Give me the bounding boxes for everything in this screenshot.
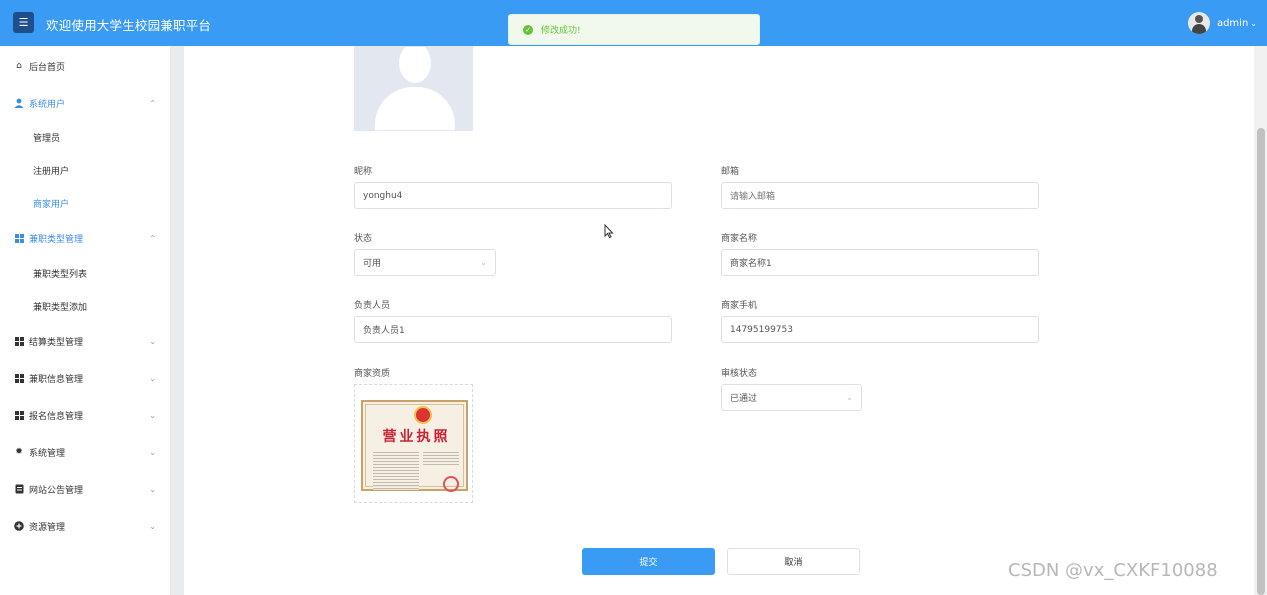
sidebar-item-job-type-management[interactable]: 兼职类型管理 ⌃: [0, 227, 170, 249]
sidebar-item-signup-info[interactable]: 报名信息管理 ⌄: [0, 404, 170, 426]
hamburger-icon[interactable]: ☰: [13, 12, 34, 33]
sidebar-subitem-job-type-add[interactable]: 兼职类型添加: [33, 299, 87, 313]
scrollbar-thumb[interactable]: [1257, 128, 1265, 595]
success-check-icon: ✓: [523, 24, 533, 35]
document-icon: [14, 484, 24, 494]
review-status-select[interactable]: 已通过 ⌄: [721, 384, 862, 411]
chevron-down-icon: ⌄: [149, 521, 156, 531]
sidebar-item-label: 资源管理: [29, 522, 66, 533]
status-label: 状态: [354, 234, 373, 244]
sidebar-item-label: 系统管理: [29, 448, 66, 459]
main-content: [184, 46, 1254, 595]
sidebar-item-job-info[interactable]: 兼职信息管理 ⌄: [0, 367, 170, 389]
chevron-down-icon: ⌄: [480, 258, 487, 267]
merchant-name-input[interactable]: 商家名称1: [721, 249, 1039, 276]
chevron-down-icon[interactable]: ⌄: [1250, 19, 1257, 28]
sidebar-item-label: 结算类型管理: [29, 337, 84, 348]
chevron-down-icon: ⌄: [149, 484, 156, 494]
nickname-label: 昵称: [354, 167, 373, 177]
email-label: 邮箱: [721, 167, 740, 177]
username[interactable]: admin: [1217, 18, 1248, 29]
chevron-down-icon: ⌄: [149, 410, 156, 420]
national-emblem-icon: [414, 406, 432, 424]
success-toast: ✓ 修改成功!: [508, 14, 760, 45]
content-gutter: [170, 46, 184, 595]
chevron-up-icon: ⌃: [149, 233, 156, 243]
review-status-label: 审核状态: [721, 369, 758, 379]
sidebar: ⌂ 后台首页 系统用户 ⌃ 管理员 注册用户 商家用户 兼职类型管理 ⌃ 兼职类…: [0, 46, 170, 595]
sidebar-subitem-job-type-list[interactable]: 兼职类型列表: [33, 266, 87, 280]
merchant-name-label: 商家名称: [721, 234, 758, 244]
sidebar-item-home[interactable]: ⌂ 后台首页: [0, 55, 170, 77]
sidebar-item-system-management[interactable]: ✹ 系统管理 ⌄: [0, 441, 170, 463]
sidebar-item-label: 兼职信息管理: [29, 374, 84, 385]
merchant-phone-input[interactable]: 14795199753: [721, 316, 1039, 343]
user-menu[interactable]: admin ⌄: [1187, 12, 1257, 34]
sidebar-subitem-admin[interactable]: 管理员: [33, 130, 60, 144]
sidebar-item-label: 报名信息管理: [29, 411, 84, 422]
plus-circle-icon: [14, 521, 24, 531]
grid-icon: [14, 233, 24, 243]
sidebar-subitem-registered-users[interactable]: 注册用户: [33, 163, 69, 177]
sidebar-subitem-merchant-users[interactable]: 商家用户: [33, 196, 69, 210]
nickname-input[interactable]: yonghu4: [354, 182, 672, 209]
chevron-down-icon: ⌄: [846, 393, 853, 402]
manager-input[interactable]: 负责人员1: [354, 316, 672, 343]
sidebar-item-system-users[interactable]: 系统用户 ⌃: [0, 92, 170, 114]
grid-icon: [14, 336, 24, 346]
submit-button[interactable]: 提交: [582, 548, 715, 575]
toast-message: 修改成功!: [541, 26, 581, 36]
grid-icon: [14, 410, 24, 420]
email-input[interactable]: 请输入邮箱: [721, 182, 1039, 209]
watermark: CSDN @vx_CXKF10088: [1008, 560, 1218, 581]
seal-icon: [443, 476, 459, 492]
mouse-cursor-icon: [604, 223, 614, 241]
chevron-up-icon: ⌃: [149, 98, 156, 108]
sidebar-item-label: 系统用户: [29, 99, 66, 110]
status-select-value: 可用: [363, 259, 382, 269]
business-license-image[interactable]: 营业执照: [354, 384, 473, 503]
sidebar-item-label: 后台首页: [29, 62, 66, 73]
sidebar-item-label: 兼职类型管理: [29, 234, 84, 245]
cancel-button[interactable]: 取消: [727, 548, 860, 575]
user-icon: [14, 98, 24, 108]
chevron-down-icon: ⌄: [149, 336, 156, 346]
sidebar-item-announcements[interactable]: 网站公告管理 ⌄: [0, 478, 170, 500]
home-icon: ⌂: [16, 61, 22, 71]
chevron-down-icon: ⌄: [149, 373, 156, 383]
sidebar-item-resources[interactable]: 资源管理 ⌄: [0, 515, 170, 537]
grid-icon: [14, 373, 24, 383]
avatar-upload-image[interactable]: [354, 46, 473, 131]
sidebar-item-settlement-type[interactable]: 结算类型管理 ⌄: [0, 330, 170, 352]
qualification-label: 商家资质: [354, 369, 391, 379]
manager-label: 负责人员: [354, 301, 391, 311]
avatar[interactable]: [1187, 12, 1210, 34]
app-title: 欢迎使用大学生校园兼职平台: [46, 18, 212, 33]
license-title: 营业执照: [382, 429, 451, 445]
review-status-value: 已通过: [730, 394, 758, 404]
sidebar-item-label: 网站公告管理: [29, 485, 84, 496]
status-select[interactable]: 可用 ⌄: [354, 249, 496, 276]
merchant-phone-label: 商家手机: [721, 301, 758, 311]
chevron-down-icon: ⌄: [149, 447, 156, 457]
gear-icon: ✹: [15, 447, 23, 457]
